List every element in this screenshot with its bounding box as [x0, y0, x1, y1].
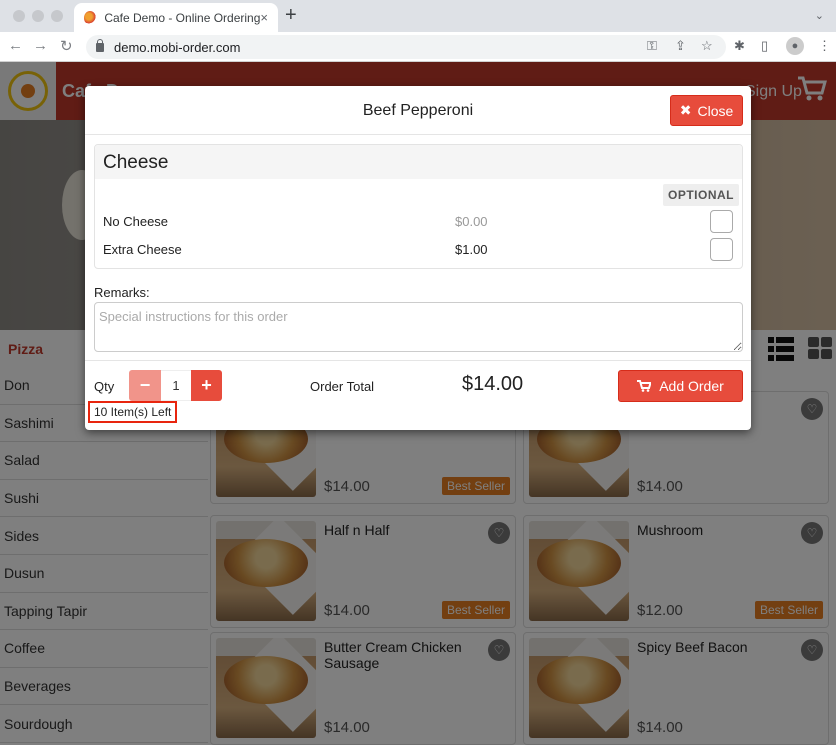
- optional-badge: OPTIONAL: [663, 184, 739, 206]
- remarks-label: Remarks:: [94, 285, 150, 300]
- favicon-icon: [84, 10, 97, 25]
- order-total-value: $14.00: [462, 373, 524, 395]
- option-row[interactable]: Extra Cheese $1.00: [103, 238, 733, 262]
- option-price: $0.00: [455, 214, 488, 229]
- modal-header: Beef Pepperoni ✖ Close: [85, 86, 751, 135]
- items-left-text: 10 Item(s) Left: [88, 401, 178, 423]
- order-total-label: Order Total: [310, 379, 375, 394]
- option-row[interactable]: No Cheese $0.00: [103, 210, 733, 234]
- cart-icon: [637, 380, 652, 392]
- browser-menu-icon[interactable]: ⋮: [818, 38, 831, 54]
- tab-title: Cafe Demo - Online Ordering: [104, 10, 261, 25]
- tab-search-chevron-icon[interactable]: ⌄: [815, 9, 824, 22]
- remarks-input[interactable]: [94, 302, 743, 352]
- add-order-button[interactable]: Add Order: [618, 370, 743, 402]
- modal-title: Beef Pepperoni: [362, 102, 474, 119]
- modal-footer: Qty − + 10 Item(s) Left Order Total $14.…: [85, 360, 751, 430]
- browser-tab[interactable]: Cafe Demo - Online Ordering ×: [74, 3, 278, 32]
- back-icon[interactable]: ←: [8, 37, 23, 54]
- tab-close-icon[interactable]: ×: [260, 10, 268, 25]
- option-group-panel: Cheese OPTIONAL No Cheese $0.00 Extra Ch…: [94, 144, 743, 269]
- browser-toolbar: ← → ↻ demo.mobi-order.com ⚿ ⇪ ☆ ✱ ▯ ● ⋮: [0, 32, 836, 62]
- qty-increment-button[interactable]: +: [191, 370, 222, 401]
- url-text: demo.mobi-order.com: [114, 39, 241, 55]
- browser-chrome: Cafe Demo - Online Ordering × + ⌄ ← → ↻ …: [0, 0, 836, 62]
- add-order-label: Add Order: [659, 378, 724, 394]
- address-bar[interactable]: demo.mobi-order.com: [86, 35, 726, 59]
- extensions-puzzle-icon[interactable]: ✱: [734, 38, 745, 54]
- bookmark-star-icon[interactable]: ☆: [701, 38, 713, 54]
- option-name: No Cheese: [103, 214, 169, 229]
- option-group-header: Cheese: [95, 145, 742, 179]
- option-name: Extra Cheese: [103, 242, 182, 257]
- side-panel-icon[interactable]: ▯: [761, 38, 768, 54]
- lock-icon: [96, 38, 104, 52]
- option-checkbox[interactable]: [710, 210, 733, 233]
- product-modal: Beef Pepperoni ✖ Close Cheese OPTIONAL N…: [85, 86, 751, 430]
- forward-icon[interactable]: →: [33, 37, 48, 54]
- close-label: Close: [697, 102, 734, 119]
- window-maximize-button[interactable]: [51, 10, 63, 22]
- close-icon: ✖: [679, 102, 692, 118]
- share-icon[interactable]: ⇪: [675, 38, 686, 54]
- qty-decrement-button[interactable]: −: [129, 370, 161, 401]
- reload-icon[interactable]: ↻: [60, 37, 73, 55]
- qty-label: Qty: [94, 379, 115, 394]
- option-group-title: Cheese: [103, 152, 169, 173]
- page: Cafe Demo Sign Up Pizza Don Sashimi Sala…: [0, 62, 836, 745]
- new-tab-button[interactable]: +: [285, 4, 297, 27]
- profile-avatar-icon[interactable]: ●: [786, 37, 804, 55]
- tab-strip: Cafe Demo - Online Ordering × + ⌄: [0, 0, 836, 32]
- key-icon[interactable]: ⚿: [647, 38, 657, 54]
- option-price: $1.00: [455, 242, 488, 257]
- window-minimize-button[interactable]: [32, 10, 44, 22]
- option-checkbox[interactable]: [710, 238, 733, 261]
- qty-input[interactable]: [161, 370, 191, 401]
- close-button[interactable]: ✖ Close: [670, 95, 743, 126]
- window-close-button[interactable]: [13, 10, 25, 22]
